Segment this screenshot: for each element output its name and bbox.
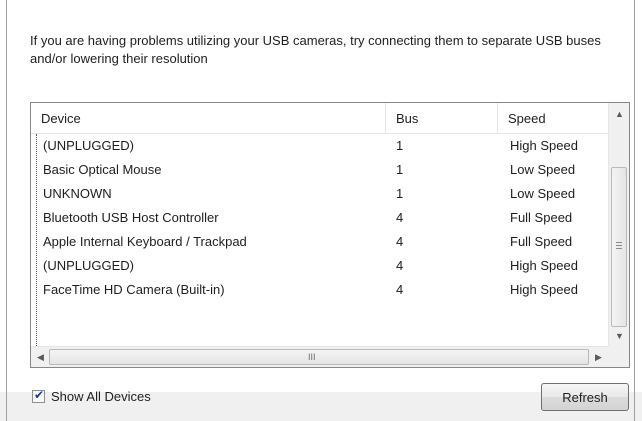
column-header-bus[interactable]: Bus (386, 103, 498, 133)
column-header-speed[interactable]: Speed (498, 103, 608, 133)
vertical-scroll-thumb[interactable] (611, 167, 627, 327)
scroll-right-icon[interactable]: ▶ (595, 352, 602, 362)
cell-speed: Low Speed (510, 162, 576, 177)
cell-speed: High Speed (510, 258, 578, 273)
cell-device: UNKNOWN (43, 186, 112, 201)
usb-info-message: If you are having problems utilizing you… (30, 33, 601, 66)
cell-device: Bluetooth USB Host Controller (43, 210, 219, 225)
cell-speed: High Speed (510, 138, 578, 153)
device-list-header: Device Bus Speed (31, 103, 608, 134)
cell-device: (UNPLUGGED) (43, 138, 135, 153)
window-border-right (634, 0, 635, 421)
table-row[interactable]: (UNPLUGGED) 1 High Speed (31, 134, 608, 158)
horizontal-scrollbar[interactable]: ◀ III ▶ (31, 346, 608, 367)
window-border-left (6, 0, 7, 421)
checkmark-icon: ✔ (34, 388, 45, 402)
cell-device: Apple Internal Keyboard / Trackpad (43, 234, 247, 249)
table-row[interactable]: Bluetooth USB Host Controller 4 Full Speed (31, 206, 608, 230)
cell-bus: 1 (396, 162, 404, 177)
show-all-devices-label[interactable]: Show All Devices (51, 389, 151, 405)
cell-speed: Full Speed (510, 210, 573, 225)
refresh-button[interactable]: Refresh (541, 383, 629, 411)
table-row[interactable]: (UNPLUGGED) 4 High Speed (31, 254, 608, 278)
focus-indicator (36, 134, 37, 346)
grip-line (616, 248, 622, 249)
cell-bus: 4 (396, 210, 404, 225)
scroll-left-icon[interactable]: ◀ (37, 352, 44, 362)
table-row[interactable]: Basic Optical Mouse 1 Low Speed (31, 158, 608, 182)
device-rows: (UNPLUGGED) 1 High Speed Basic Optical Mous… (31, 134, 608, 302)
cell-bus: 1 (396, 186, 404, 201)
horizontal-scroll-thumb[interactable]: III (49, 349, 589, 365)
scroll-down-icon[interactable]: ▼ (615, 331, 624, 341)
cell-speed: High Speed (510, 282, 578, 297)
table-row[interactable]: Apple Internal Keyboard / Trackpad 4 Full … (31, 230, 608, 254)
scroll-up-icon[interactable]: ▲ (615, 109, 624, 119)
cell-bus: 1 (396, 138, 404, 153)
horizontal-grip-text: III (308, 352, 316, 362)
cell-speed: Full Speed (510, 234, 573, 249)
table-row[interactable]: FaceTime HD Camera (Built-in) 4 High Speed (31, 278, 608, 302)
table-row[interactable]: UNKNOWN 1 Low Speed (31, 182, 608, 206)
cell-device: (UNPLUGGED) (43, 258, 135, 273)
cell-bus: 4 (396, 234, 404, 249)
checkbox-box[interactable]: ✔ (32, 388, 45, 403)
column-header-device[interactable]: Device (31, 103, 386, 133)
cell-device: Basic Optical Mouse (43, 162, 162, 177)
vertical-scrollbar[interactable]: ▲ ▼ (608, 103, 629, 346)
grip-line (616, 242, 622, 243)
cell-speed: Low Speed (510, 186, 576, 201)
cell-bus: 4 (396, 282, 404, 297)
grip-line (616, 245, 622, 246)
cell-bus: 4 (396, 258, 404, 273)
scrollbar-corner (608, 346, 629, 367)
device-list[interactable]: Device Bus Speed (UNPLUGGED) 1 High Speed B… (30, 102, 630, 368)
cell-device: FaceTime HD Camera (Built-in) (43, 282, 225, 297)
